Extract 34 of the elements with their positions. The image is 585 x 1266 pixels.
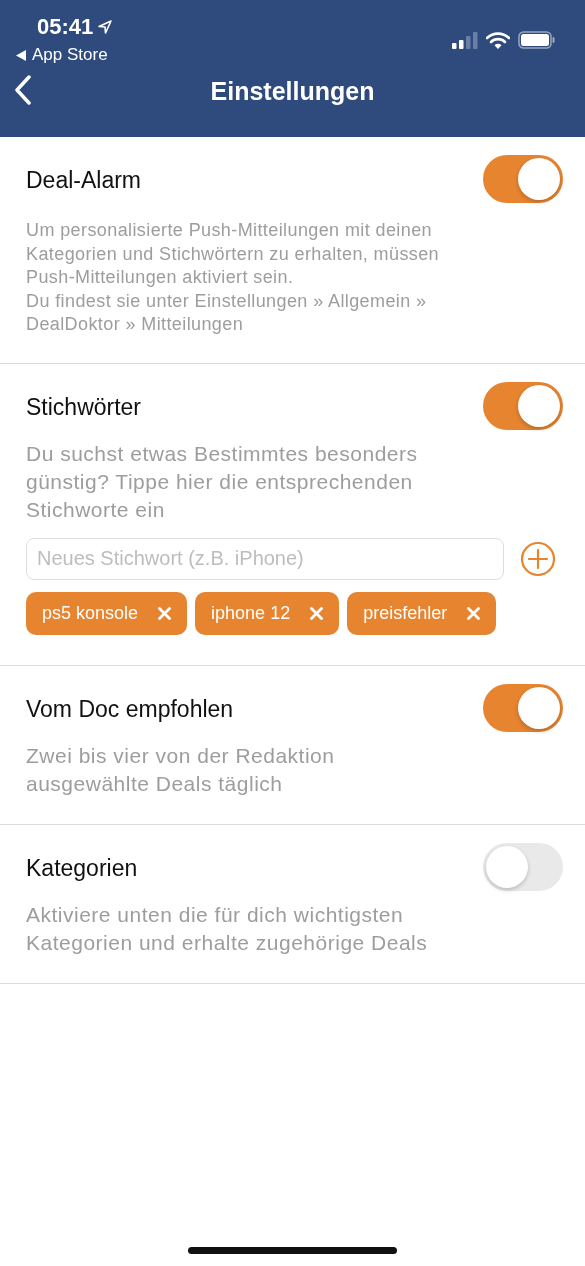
battery-icon xyxy=(518,31,555,49)
setting-title: Deal-Alarm xyxy=(26,166,142,194)
remove-button[interactable] xyxy=(310,606,324,620)
plus-circle-icon xyxy=(520,540,556,577)
signal-icon xyxy=(452,31,478,49)
close-icon xyxy=(310,606,324,620)
toggle-switch[interactable] xyxy=(483,842,563,891)
add-button[interactable] xyxy=(520,540,556,577)
keyword-input-field[interactable]: Neues Stichwort (z.B. iPhone) xyxy=(26,537,504,580)
setting-title: Stichwörter xyxy=(26,392,142,421)
toggle-switch[interactable] xyxy=(483,155,563,203)
setting-description: Aktiviere unten die für dich wichtigsten Kategorien und erhalte zugehörige Deals xyxy=(26,901,429,956)
toggle-switch[interactable] xyxy=(483,683,563,732)
nav-title: Einstellungen xyxy=(210,76,375,106)
remove-button[interactable] xyxy=(158,606,172,620)
back-chevron-icon xyxy=(14,75,32,105)
setting-description: Zwei bis vier von der Redaktion ausgewählte Deals täglich xyxy=(26,742,336,797)
keyword-text: ps5 konsole xyxy=(42,602,139,624)
keyword-text: iphone 12 xyxy=(211,602,291,624)
setting-description: Um personalisierte Push-Mitteilungen mit deinen Kategorien und Stichwörtern zu erhalten, müssen Push-Mitteilungen aktiviert sein. Du findest sie unter Einstellungen » Allgemein » DealDoktor » Mitteilungen xyxy=(26,219,441,336)
setting-title: Kategorien xyxy=(26,853,138,882)
back-button[interactable] xyxy=(12,73,34,107)
setting-title: Vom Doc empfohlen xyxy=(26,694,234,723)
keyword-text: preisfehler xyxy=(363,602,448,624)
close-icon xyxy=(158,606,172,620)
back-to-app-link[interactable]: App Store xyxy=(16,45,114,65)
setting-description: Du suchst etwas Bestimmtes besonders günstig? Tippe hier die entsprechenden Stichworte ein xyxy=(26,440,419,523)
close-icon xyxy=(467,606,481,620)
back-triangle-icon xyxy=(16,49,26,61)
remove-button[interactable] xyxy=(467,606,481,620)
location-arrow-icon xyxy=(97,19,114,35)
toggle-switch[interactable] xyxy=(483,381,563,430)
wifi-icon xyxy=(486,31,510,49)
status-time: 05:41 xyxy=(37,14,94,40)
